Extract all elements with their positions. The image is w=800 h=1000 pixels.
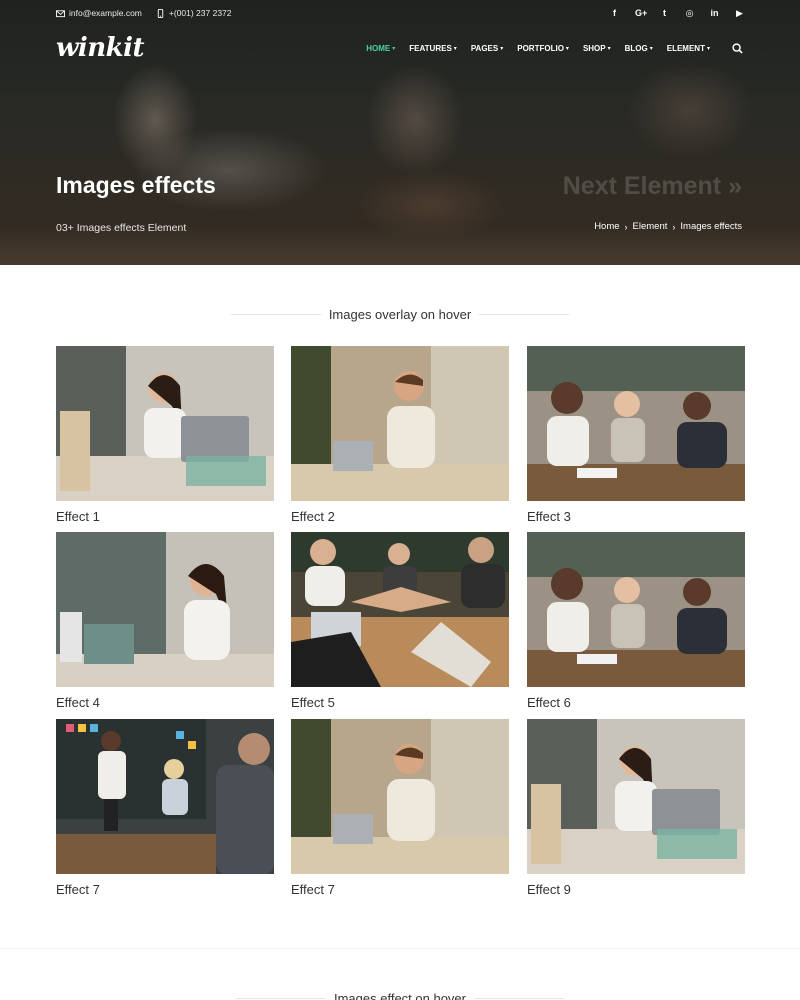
site-logo[interactable]: winkit (56, 33, 145, 63)
main-navbar: winkit HOME ▾ FEATURES ▾ PAGES ▾ PORTFOLIO ▾ SHO… (56, 30, 744, 66)
effect-card: Effect 3 (527, 346, 745, 524)
menu-item-label: PORTFOLIO (517, 43, 564, 53)
chevron-down-icon: ▾ (565, 45, 569, 52)
section-2-title: Images effect on hover (333, 991, 466, 1000)
section-title: Images overlay on hover (328, 306, 472, 322)
linkedin-icon[interactable]: in (710, 8, 719, 19)
google-plus-icon[interactable]: G+ (635, 8, 647, 19)
menu-item-home[interactable]: HOME ▾ (366, 44, 395, 53)
page-banner: info@example.com +(001) 237 2372 f G+ t ◎ in… (0, 0, 800, 265)
menu-item-label: PAGES (470, 43, 499, 53)
effect-image[interactable] (56, 719, 274, 874)
breadcrumb-home[interactable]: Home (594, 221, 619, 232)
breadcrumb-current: Images effects (680, 221, 742, 232)
effect-caption: Effect 4 (56, 695, 100, 710)
chevron-right-icon: › (624, 221, 628, 232)
section-heading: Images overlay on hover (0, 305, 800, 323)
menu-item-features[interactable]: FEATURES ▾ (409, 44, 457, 53)
menu-item-blog[interactable]: BLOG ▾ (625, 44, 653, 53)
menu-item-label: BLOG (624, 43, 648, 53)
effect-image[interactable] (527, 719, 745, 874)
effect-image[interactable] (527, 532, 745, 687)
effect-image[interactable] (291, 719, 509, 874)
chevron-down-icon: ▾ (706, 45, 710, 52)
chevron-down-icon: ▾ (649, 45, 653, 52)
effect-caption: Effect 9 (527, 882, 571, 897)
effect-image[interactable] (56, 532, 274, 687)
page-subtitle: 03+ Images effects Element (56, 222, 187, 234)
heading-divider-right (479, 313, 570, 315)
effect-card: Effect 9 (527, 719, 745, 897)
effect-card: Effect 5 (291, 532, 509, 710)
effect-image[interactable] (56, 346, 274, 501)
email-text: info@example.com (69, 8, 142, 18)
effect-card: Effect 2 (291, 346, 509, 524)
youtube-icon[interactable]: ▶ (735, 8, 744, 19)
heading-divider-left (235, 998, 326, 999)
chevron-down-icon: ▾ (453, 45, 457, 52)
effect-card: Effect 7 (56, 719, 274, 897)
menu-item-label: FEATURES (409, 43, 452, 53)
effect-card: Effect 7 (291, 719, 509, 897)
phone-icon (157, 8, 164, 18)
heading-divider-left (230, 313, 321, 315)
instagram-icon[interactable]: ◎ (685, 8, 694, 19)
email-contact[interactable]: info@example.com (56, 8, 142, 18)
next-element-link[interactable]: Next Element » (563, 172, 742, 201)
twitter-icon[interactable]: t (660, 8, 669, 19)
breadcrumb-element[interactable]: Element (633, 221, 668, 232)
menu-item-label: ELEMENT (666, 43, 705, 53)
section-divider (0, 948, 800, 949)
menu-item-pages[interactable]: PAGES ▾ (471, 44, 503, 53)
main-menu: HOME ▾ FEATURES ▾ PAGES ▾ PORTFOLIO ▾ SHOP ▾ BLOG ▾… (366, 44, 710, 53)
phone-text: +(001) 237 2372 (168, 8, 232, 18)
effect-caption: Effect 1 (56, 509, 100, 524)
heading-divider-right (474, 998, 564, 999)
breadcrumb: Home › Element › Images effects (594, 221, 742, 232)
chevron-right-icon: › (672, 221, 676, 232)
effect-card: Effect 6 (527, 532, 745, 710)
chevron-down-icon: ▾ (607, 45, 611, 52)
effect-card: Effect 4 (56, 532, 274, 710)
section-heading-2: Images effect on hover (0, 991, 800, 1000)
social-links: f G+ t ◎ in ▶ (610, 8, 744, 19)
effect-caption: Effect 5 (291, 695, 335, 710)
search-icon (731, 42, 743, 54)
top-bar: info@example.com +(001) 237 2372 f G+ t ◎ in… (56, 6, 744, 20)
effect-caption: Effect 6 (527, 695, 571, 710)
effect-caption: Effect 7 (291, 882, 335, 897)
menu-item-shop[interactable]: SHOP ▾ (583, 44, 611, 53)
chevron-down-icon: ▾ (500, 45, 504, 52)
effect-image[interactable] (291, 346, 509, 501)
chevron-down-icon: ▾ (392, 45, 396, 52)
phone-contact[interactable]: +(001) 237 2372 (156, 8, 232, 18)
menu-item-label: HOME (366, 43, 391, 53)
facebook-icon[interactable]: f (610, 8, 619, 19)
search-button[interactable] (730, 41, 744, 55)
page-title: Images effects (56, 172, 216, 198)
effect-caption: Effect 7 (56, 882, 100, 897)
effect-card: Effect 1 (56, 346, 274, 524)
mail-icon (56, 9, 65, 17)
effect-caption: Effect 3 (527, 509, 571, 524)
effect-caption: Effect 2 (291, 509, 335, 524)
menu-item-portfolio[interactable]: PORTFOLIO ▾ (517, 44, 569, 53)
effect-image[interactable] (291, 532, 509, 687)
effect-image[interactable] (527, 346, 745, 501)
menu-item-label: SHOP (582, 43, 606, 53)
menu-item-element[interactable]: ELEMENT ▾ (667, 44, 710, 53)
